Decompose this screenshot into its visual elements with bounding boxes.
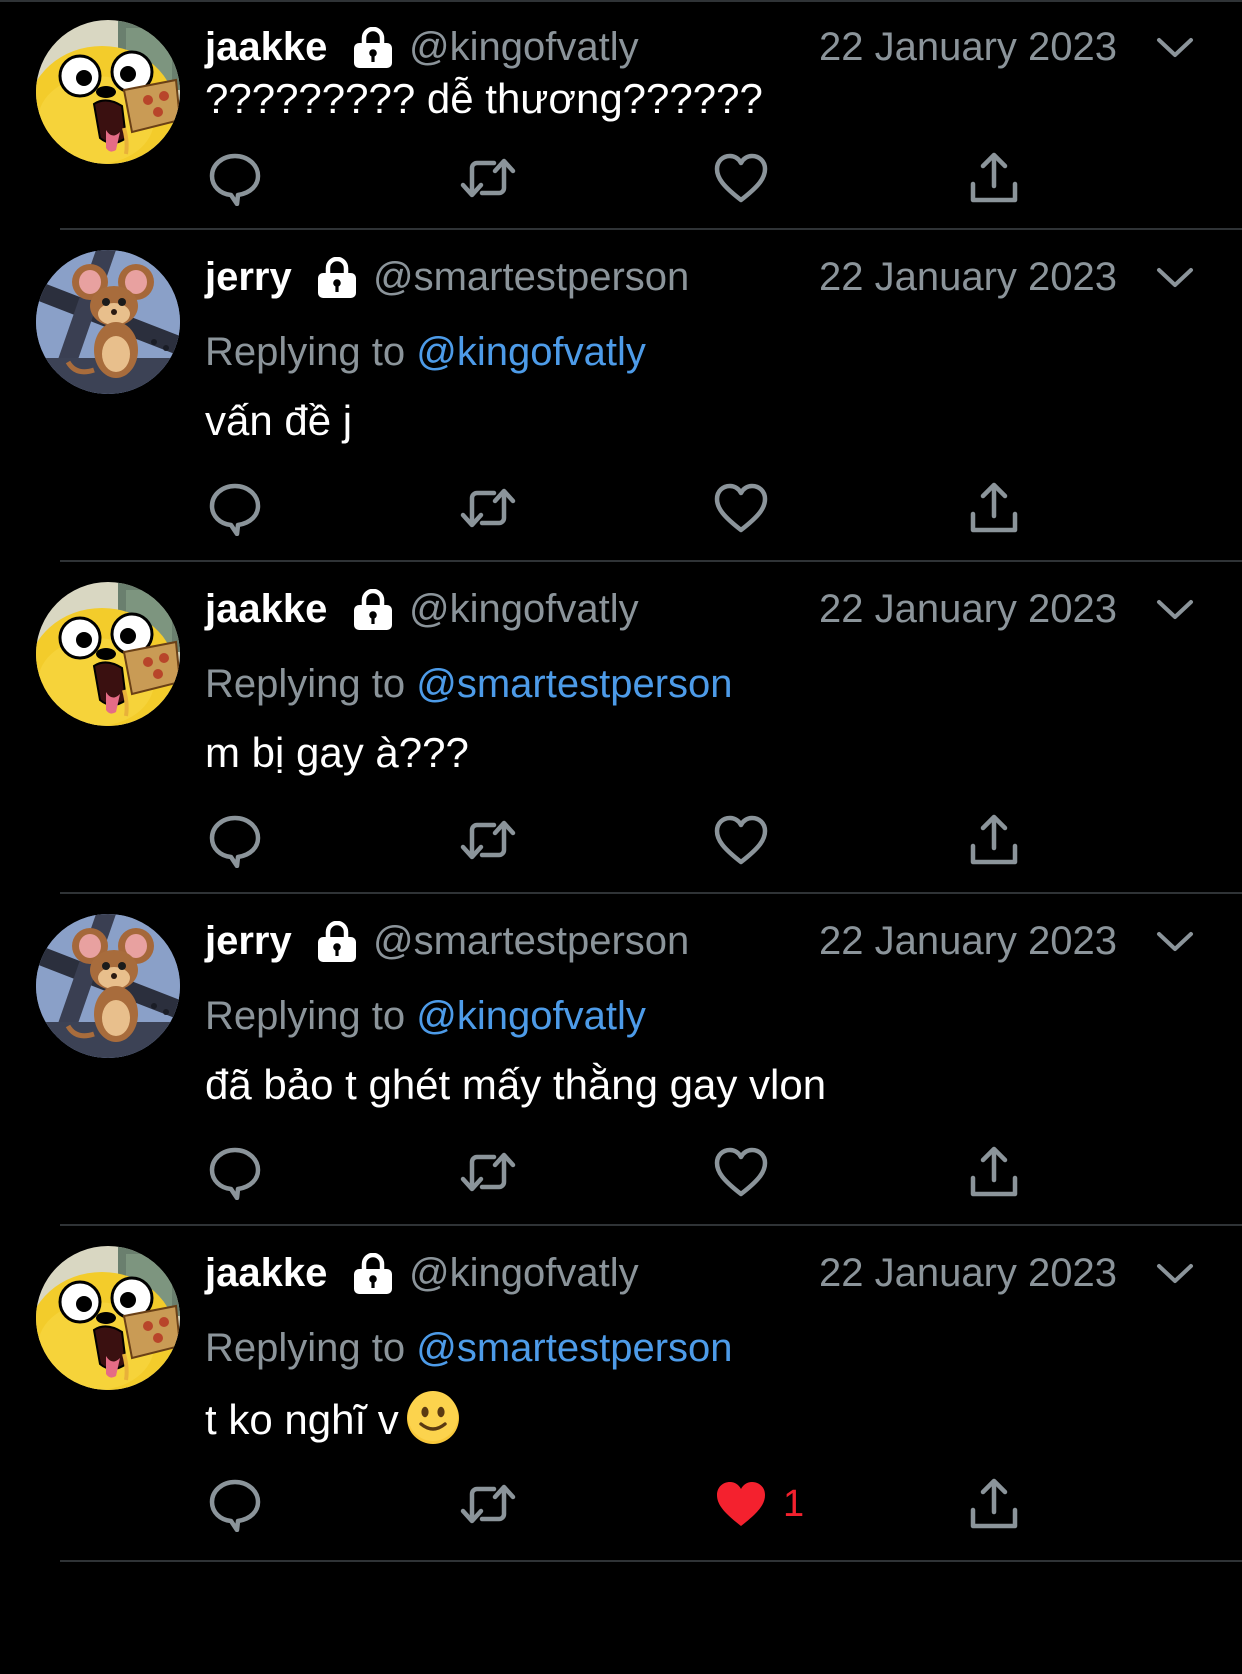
replying-to: Replying to @smartestperson bbox=[205, 1323, 733, 1373]
chevron-down-icon[interactable] bbox=[1155, 30, 1195, 64]
tweet-divider bbox=[60, 1560, 1242, 1562]
chevron-down-icon[interactable] bbox=[1155, 924, 1195, 958]
replying-to-label: Replying to bbox=[205, 1326, 406, 1370]
user-handle[interactable]: @kingofvatly bbox=[409, 22, 639, 72]
heart-filled-icon[interactable] bbox=[711, 1474, 771, 1534]
retweet-icon[interactable] bbox=[458, 148, 518, 208]
replying-to: Replying to @kingofvatly bbox=[205, 991, 646, 1041]
tweet-date: 22 January 2023 bbox=[819, 255, 1118, 299]
reply-icon[interactable] bbox=[205, 1142, 265, 1202]
tweet: jerry @smartestperson 22 January 2023 Reply… bbox=[0, 230, 1242, 562]
tweet-actions bbox=[205, 1142, 1025, 1202]
tweet-text: đã bảo t ghét mấy thằng gay vlon bbox=[205, 1058, 826, 1112]
replying-to-mention[interactable]: @smartestperson bbox=[416, 1326, 732, 1370]
tweet: jaakke @kingofvatly 22 January 2023 Replyin… bbox=[0, 1226, 1242, 1562]
heart-icon[interactable] bbox=[711, 148, 771, 208]
heart-icon[interactable] bbox=[711, 1142, 771, 1202]
tweet-text: m bị gay à??? bbox=[205, 726, 469, 780]
tweet-text: ????????? dễ thương?????? bbox=[205, 72, 763, 126]
tweet-text-content: đã bảo t ghét mấy thằng gay vlon bbox=[205, 1061, 827, 1108]
replying-to-mention[interactable]: @kingofvatly bbox=[416, 994, 646, 1038]
tweet-actions bbox=[205, 810, 1025, 870]
jake-dog-avatar-icon[interactable] bbox=[36, 582, 180, 726]
share-icon[interactable] bbox=[964, 1142, 1024, 1202]
replying-to-label: Replying to bbox=[205, 662, 406, 706]
tweet-text-content: vấn đề j bbox=[205, 397, 353, 444]
user-handle[interactable]: @kingofvatly bbox=[409, 584, 639, 634]
display-name[interactable]: jaakke bbox=[205, 584, 327, 634]
tweet-thread: jaakke @kingofvatly 22 January 2023???????… bbox=[0, 0, 1242, 1674]
jake-dog-avatar-icon[interactable] bbox=[36, 20, 180, 164]
user-handle[interactable]: @smartestperson bbox=[373, 252, 689, 302]
tweet-text: vấn đề j bbox=[205, 394, 352, 448]
tweet: jaakke @kingofvatly 22 January 2023???????… bbox=[0, 0, 1242, 230]
tweet-date: 22 January 2023 bbox=[819, 25, 1118, 69]
display-name[interactable]: jerry bbox=[205, 252, 292, 302]
tweet-actions bbox=[205, 478, 1025, 538]
tweet-text-content: m bị gay à??? bbox=[205, 729, 469, 776]
tweet: jerry @smartestperson 22 January 2023 Reply… bbox=[0, 894, 1242, 1226]
user-handle[interactable]: @smartestperson bbox=[373, 916, 689, 966]
replying-to-mention[interactable]: @kingofvatly bbox=[416, 330, 646, 374]
share-icon[interactable] bbox=[964, 1474, 1024, 1534]
lock-icon bbox=[315, 257, 359, 299]
lock-icon bbox=[315, 921, 359, 963]
reply-icon[interactable] bbox=[205, 810, 265, 870]
heart-icon[interactable] bbox=[711, 810, 771, 870]
tweet-date: 22 January 2023 bbox=[819, 1251, 1118, 1295]
heart-icon[interactable] bbox=[711, 478, 771, 538]
like-count: 1 bbox=[783, 1483, 805, 1525]
tweet-text-content: ????????? dễ thương?????? bbox=[205, 75, 763, 122]
display-name[interactable]: jaakke bbox=[205, 22, 327, 72]
tweet-actions bbox=[205, 148, 1025, 208]
jerry-mouse-avatar-icon[interactable] bbox=[36, 250, 180, 394]
tweet-header: jaakke @kingofvatly 22 January 2023 bbox=[205, 584, 1242, 634]
retweet-icon[interactable] bbox=[458, 810, 518, 870]
user-handle[interactable]: @kingofvatly bbox=[409, 1248, 639, 1298]
retweet-icon[interactable] bbox=[458, 478, 518, 538]
reply-icon[interactable] bbox=[205, 1474, 265, 1534]
tweet-text: t ko nghĩ v bbox=[205, 1390, 461, 1447]
retweet-icon[interactable] bbox=[458, 1474, 518, 1534]
reply-icon[interactable] bbox=[205, 148, 265, 208]
display-name[interactable]: jaakke bbox=[205, 1248, 327, 1298]
chevron-down-icon[interactable] bbox=[1155, 1256, 1195, 1290]
replying-to: Replying to @kingofvatly bbox=[205, 327, 646, 377]
share-icon[interactable] bbox=[964, 478, 1024, 538]
replying-to: Replying to @smartestperson bbox=[205, 659, 733, 709]
replying-to-label: Replying to bbox=[205, 330, 406, 374]
tweet-date: 22 January 2023 bbox=[819, 919, 1118, 963]
tweet-header: jaakke @kingofvatly 22 January 2023 bbox=[205, 22, 1242, 72]
display-name[interactable]: jerry bbox=[205, 916, 292, 966]
chevron-down-icon[interactable] bbox=[1155, 592, 1195, 626]
share-icon[interactable] bbox=[964, 148, 1024, 208]
lock-icon bbox=[351, 589, 395, 631]
replying-to-label: Replying to bbox=[205, 994, 406, 1038]
share-icon[interactable] bbox=[964, 810, 1024, 870]
lock-icon bbox=[351, 1253, 395, 1295]
lock-icon bbox=[351, 27, 395, 69]
tweet: jaakke @kingofvatly 22 January 2023 Replyin… bbox=[0, 562, 1242, 894]
retweet-icon[interactable] bbox=[458, 1142, 518, 1202]
tweet-text-content: t ko nghĩ v bbox=[205, 1396, 399, 1443]
slightly-smiling-face-icon bbox=[405, 1390, 461, 1446]
chevron-down-icon[interactable] bbox=[1155, 260, 1195, 294]
reply-icon[interactable] bbox=[205, 478, 265, 538]
tweet-header: jaakke @kingofvatly 22 January 2023 bbox=[205, 1248, 1242, 1298]
jerry-mouse-avatar-icon[interactable] bbox=[36, 914, 180, 1058]
tweet-header: jerry @smartestperson 22 January 2023 bbox=[205, 916, 1242, 966]
jake-dog-avatar-icon[interactable] bbox=[36, 1246, 180, 1390]
replying-to-mention[interactable]: @smartestperson bbox=[416, 662, 732, 706]
tweet-header: jerry @smartestperson 22 January 2023 bbox=[205, 252, 1242, 302]
tweet-actions: 1 bbox=[205, 1474, 1025, 1534]
tweet-date: 22 January 2023 bbox=[819, 587, 1118, 631]
